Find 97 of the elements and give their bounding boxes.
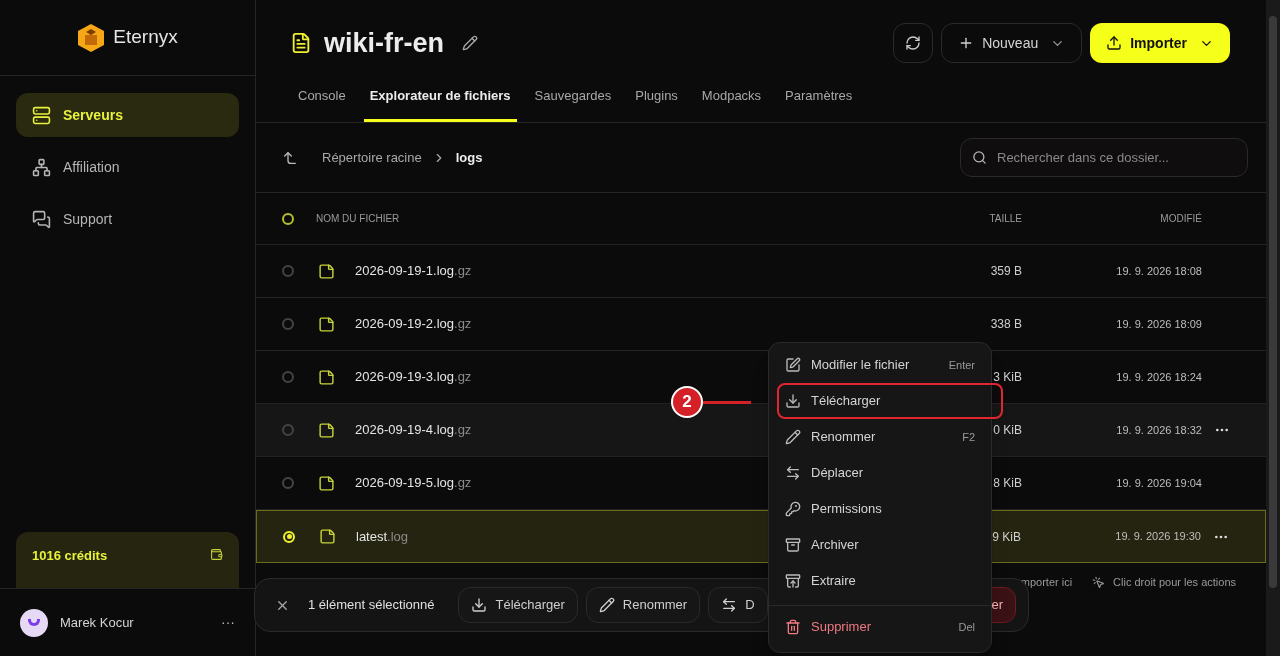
breadcrumb-item[interactable]: Répertoire racine: [322, 147, 422, 168]
file-icon: [318, 368, 335, 386]
shortcut-text: Del: [958, 619, 975, 635]
upload-icon: [1106, 35, 1123, 51]
scrollbar-thumb[interactable]: [1269, 16, 1277, 588]
download-icon: [471, 597, 488, 613]
file-icon: [318, 315, 335, 333]
edit-icon[interactable]: [462, 35, 478, 51]
extract-icon: [785, 573, 801, 589]
file-icon: [319, 528, 336, 545]
edit-icon: [785, 357, 801, 373]
file-icon: [318, 262, 335, 280]
menu-item[interactable]: Supprimer Del: [769, 605, 991, 648]
tab[interactable]: Sauvegardes: [528, 86, 618, 122]
breadcrumb-item[interactable]: logs: [455, 147, 483, 168]
file-size: 0 KiB: [993, 422, 1022, 439]
row-radio[interactable]: [282, 371, 294, 383]
nav-item[interactable]: Affiliation: [16, 145, 239, 189]
row-radio[interactable]: [282, 424, 294, 436]
step-badge: 2: [671, 386, 703, 418]
column-header[interactable]: MODIFIÉ: [1022, 211, 1202, 226]
column-header[interactable]: TAILLE: [942, 211, 1022, 226]
row-radio[interactable]: [282, 477, 294, 489]
action-button[interactable]: Télécharger: [458, 587, 578, 623]
menu-item[interactable]: Télécharger: [777, 383, 1003, 419]
logo-icon: [77, 22, 106, 53]
file-size: 8 KiB: [993, 475, 1022, 492]
tab[interactable]: Paramètres: [779, 86, 859, 122]
file-date: 19. 9. 2026 18:09: [1116, 316, 1202, 332]
file-date: 19. 9. 2026 19:04: [1116, 475, 1202, 491]
trash-icon: [785, 619, 801, 635]
file-date: 19. 9. 2026 19:30: [1115, 529, 1201, 545]
pencil-icon: [598, 597, 615, 613]
select-all-radio[interactable]: [282, 212, 294, 225]
hint-text: Clic droit pour les actions: [1113, 574, 1236, 590]
hint-text: mporter ici: [1020, 574, 1073, 590]
file-row[interactable]: 2026-09-19-1.log.gz 359 B 19. 9. 2026 18:08: [256, 245, 1266, 298]
file-name: 2026-09-19-1.log.gz: [355, 262, 472, 281]
user-name: Marek Kocur: [60, 613, 135, 632]
click-icon: [1092, 575, 1106, 589]
file-date: 19. 9. 2026 18:32: [1116, 422, 1202, 438]
leader-line: [703, 400, 751, 404]
file-size: 9 KiB: [992, 528, 1021, 546]
file-name: 2026-09-19-3.log.gz: [355, 368, 472, 387]
chat-icon: [32, 209, 51, 229]
tab[interactable]: Explorateur de fichiers: [363, 86, 517, 122]
nav-item[interactable]: Support: [16, 197, 239, 241]
wallet-icon: [210, 548, 223, 561]
menu-item[interactable]: Déplacer: [777, 455, 983, 491]
action-button[interactable]: D: [708, 587, 768, 623]
file-size: 359 B: [990, 263, 1022, 280]
avatar: [20, 608, 48, 637]
file-size: 3 KiB: [993, 369, 1022, 386]
credits-text: 1016 crédits: [32, 547, 108, 565]
more-button[interactable]: ···: [221, 612, 235, 633]
brand-name: Eternyx: [113, 25, 178, 50]
document-icon: [290, 32, 312, 54]
tab[interactable]: Console: [292, 86, 352, 122]
menu-item[interactable]: Extraire: [777, 563, 983, 599]
pencil-icon: [785, 429, 801, 445]
swap-arrows-icon: [785, 465, 801, 481]
tab[interactable]: Plugins: [629, 86, 684, 122]
file-size: 338 B: [990, 316, 1022, 333]
search-icon: [972, 150, 987, 165]
file-name: 2026-09-19-4.log.gz: [355, 421, 472, 440]
selection-count: 1 élément sélectionné: [308, 596, 435, 615]
action-button[interactable]: Renommer: [585, 587, 701, 623]
row-radio[interactable]: [282, 318, 294, 330]
file-name: latest.log: [356, 527, 409, 546]
menu-item[interactable]: Archiver: [777, 527, 983, 563]
file-icon: [318, 421, 335, 439]
nav-item[interactable]: Serveurs: [16, 93, 239, 137]
refresh-button[interactable]: [893, 23, 934, 63]
file-name: 2026-09-19-2.log.gz: [355, 315, 472, 334]
column-header[interactable]: NOM DU FICHIER: [316, 211, 942, 226]
file-icon: [318, 474, 335, 492]
tab[interactable]: Modpacks: [695, 86, 768, 122]
key-icon: [785, 501, 801, 517]
swap-arrows-icon: [721, 597, 738, 613]
row-radio[interactable]: [282, 265, 294, 277]
credits-card[interactable]: 1016 crédits: [16, 532, 239, 588]
file-date: 19. 9. 2026 18:08: [1116, 263, 1202, 279]
network-icon: [32, 157, 51, 177]
menu-item[interactable]: Renommer F2: [777, 419, 983, 455]
parent-folder-icon[interactable]: [282, 149, 298, 166]
new-button[interactable]: Nouveau: [941, 23, 1083, 63]
file-name: 2026-09-19-5.log.gz: [355, 474, 472, 493]
page-title: wiki-fr-en: [324, 26, 444, 60]
download-icon: [785, 393, 801, 409]
file-date: 19. 9. 2026 18:24: [1116, 369, 1202, 385]
refresh-icon: [905, 35, 922, 51]
shortcut-text: Enter: [948, 357, 975, 373]
shortcut-text: F2: [962, 429, 975, 445]
server-icon: [32, 105, 51, 125]
search-field[interactable]: Rechercher dans ce dossier...: [960, 138, 1248, 177]
archive-icon: [785, 537, 801, 553]
import-button[interactable]: Importer: [1090, 23, 1230, 63]
